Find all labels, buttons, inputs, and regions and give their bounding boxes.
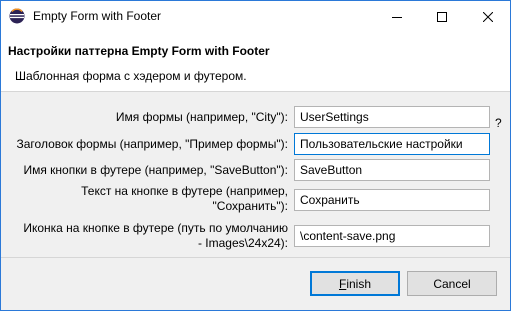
wizard-header: Настройки паттерна Empty Form with Foote… — [1, 32, 510, 92]
page-title: Настройки паттерна Empty Form with Foote… — [8, 44, 270, 58]
window-title: Empty Form with Footer — [33, 9, 162, 23]
dialog-window: Empty Form with Footer Настройки паттерн… — [0, 0, 511, 311]
help-mark: ? — [495, 116, 502, 130]
footer-button-text-input[interactable]: Сохранить — [294, 189, 490, 211]
close-button[interactable] — [465, 1, 510, 32]
finish-button[interactable]: Finish — [310, 271, 400, 296]
footer-separator — [1, 257, 510, 258]
form-title-label: Заголовок формы (например, "Пример формы… — [16, 137, 289, 151]
eclipse-app-icon — [9, 8, 25, 24]
footer-button-icon-input[interactable]: \content-save.png — [294, 225, 490, 247]
footer-button-name-input[interactable]: SaveButton — [294, 159, 490, 181]
maximize-button[interactable] — [419, 1, 464, 32]
close-icon — [482, 11, 493, 22]
form-name-input[interactable]: UserSettings — [294, 106, 490, 128]
title-bar[interactable]: Empty Form with Footer — [1, 1, 510, 32]
minimize-button[interactable] — [374, 1, 419, 32]
form-title-input[interactable]: Пользовательские настройки — [294, 133, 490, 155]
footer-button-name-label: Имя кнопки в футере (например, "SaveButt… — [23, 163, 288, 177]
page-description: Шаблонная форма с хэдером и футером. — [15, 69, 247, 83]
footer-button-text-label: Текст на кнопке в футере (например, "Сох… — [81, 184, 288, 213]
form-name-label: Имя формы (например, "City"): — [115, 110, 288, 124]
form-area: Имя формы (например, "City"): UserSettin… — [1, 92, 510, 257]
minimize-icon — [391, 12, 402, 22]
finish-button-label: Finish — [338, 276, 372, 291]
maximize-icon — [436, 11, 447, 22]
footer-button-icon-label: Иконка на кнопке в футере (путь по умолч… — [23, 221, 288, 250]
cancel-button[interactable]: Cancel — [407, 271, 497, 296]
